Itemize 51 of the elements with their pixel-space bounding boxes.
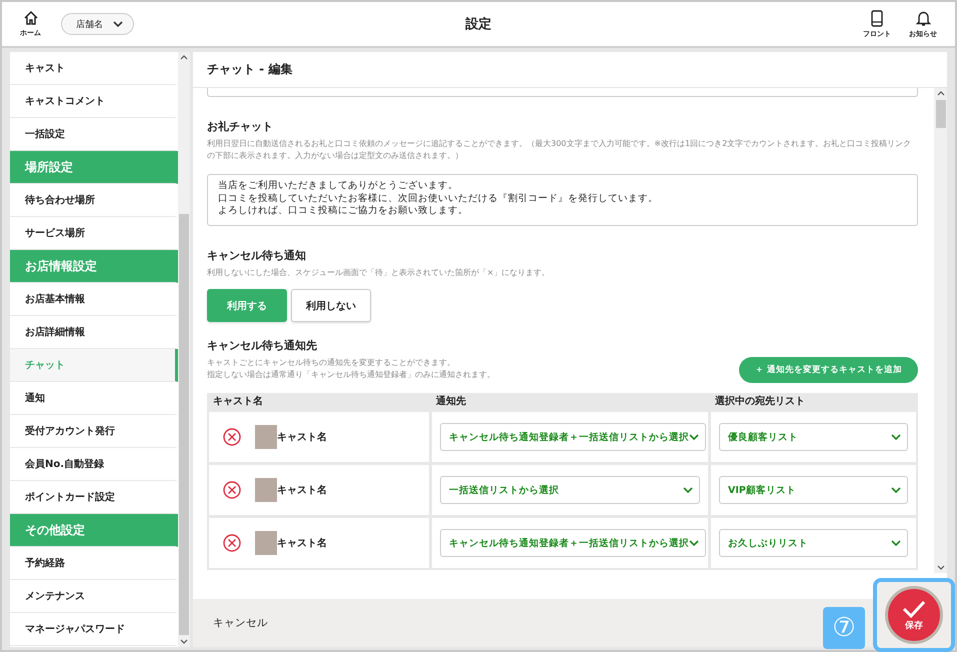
scrollbar-thumb[interactable] xyxy=(179,214,189,635)
panel-title: チャット - 編集 xyxy=(193,52,947,88)
photo-placeholder xyxy=(255,478,277,502)
photo-placeholder xyxy=(255,531,277,555)
remove-icon[interactable] xyxy=(223,481,241,499)
section-title: お礼チャット xyxy=(207,119,274,134)
save-button[interactable]: 保存 xyxy=(885,586,943,644)
chevron-down-icon xyxy=(113,20,123,28)
photo-placeholder xyxy=(255,425,277,449)
chevron-down-icon xyxy=(689,540,699,546)
phone-icon xyxy=(871,10,883,26)
chevron-down-icon xyxy=(891,486,901,494)
scrollbar-thumb[interactable] xyxy=(936,100,946,128)
home-icon xyxy=(22,10,38,26)
bell-icon xyxy=(916,10,930,26)
cancel-button[interactable]: キャンセル xyxy=(213,616,268,630)
sidebar-section-header: お店情報設定 xyxy=(10,250,178,283)
target-select[interactable]: キャンセル待ち通知登録者＋一括送信リストから選択 xyxy=(440,423,706,451)
section-description: キャストごとにキャンセル待ちの通知先を変更することができます。 xyxy=(207,357,456,369)
section-description: 利用日翌日に自動送信されるお礼と口コミ依頼のメッセージに追記することができます。（最大300文字まで入力可能です。※改行は1回につき2文字でカウントされます。お礼と口コミ投稿リンクの下部に表示されます。入力がない場合は定型文のみ送信されます。） xyxy=(207,138,912,162)
toggle-button[interactable]: 利用しない xyxy=(291,289,371,322)
remove-icon[interactable] xyxy=(223,428,241,446)
content-scrollbar[interactable] xyxy=(934,88,947,573)
section-description: 利用しないにした場合、スケジュール画面で「待」と表示されていた箇所が「×」になります。 xyxy=(207,267,551,279)
section-title: キャンセル待ち通知先 xyxy=(207,338,318,353)
store-select[interactable]: 店舗名 xyxy=(61,13,134,35)
chevron-down-icon xyxy=(689,434,699,440)
list-select[interactable]: 優良顧客リスト xyxy=(719,423,908,451)
section-title: キャンセル待ち通知 xyxy=(207,248,307,263)
target-select[interactable]: 一括送信リストから選択 xyxy=(440,476,700,504)
column-header: 通知先 xyxy=(435,394,467,409)
cast-name: キャスト名 xyxy=(277,484,327,497)
chevron-down-icon xyxy=(891,540,901,546)
cast-name: キャスト名 xyxy=(277,430,327,444)
step-marker: ⑦ xyxy=(823,607,865,649)
section-description: 指定しない場合は通常通り「キャンセル待ち通知登録者」のみに通知されます。 xyxy=(207,369,495,381)
chevron-down-icon xyxy=(891,434,901,440)
check-icon xyxy=(901,598,927,618)
remove-icon[interactable] xyxy=(223,534,241,552)
column-header: キャスト名 xyxy=(212,394,264,409)
chevron-down-icon xyxy=(683,486,693,494)
sidebar-scrollbar[interactable] xyxy=(178,52,190,647)
list-select[interactable]: VIP顧客リスト xyxy=(719,476,908,504)
list-select[interactable]: お久しぶりリスト xyxy=(719,529,908,557)
sidebar-section-header: その他設定 xyxy=(10,514,178,547)
sidebar-section-header: 場所設定 xyxy=(10,151,178,184)
page-title: 設定 xyxy=(464,16,492,33)
column-header: 選択中の宛先リスト xyxy=(714,394,806,409)
target-select[interactable]: キャンセル待ち通知登録者＋一括送信リストから選択 xyxy=(440,529,706,557)
message-text-area[interactable]: 当店をご利用いただきましてありがとうございます。 口コミを投稿していただいたお客様に、次回お使いいただける『割引コード』を発行しています。 よろしければ、口コミ投稿にご協力をお願い致します。 xyxy=(207,174,918,226)
cast-name: キャスト名 xyxy=(277,536,327,550)
